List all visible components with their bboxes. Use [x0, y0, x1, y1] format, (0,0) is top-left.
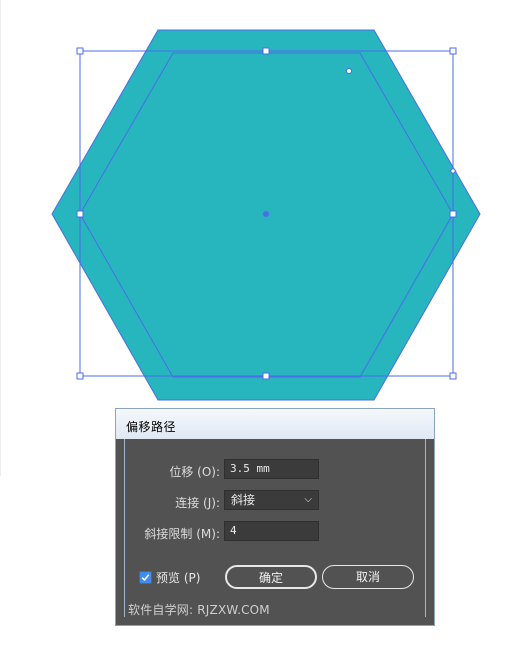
joins-select[interactable]: 斜接 ⌵: [224, 490, 319, 510]
chevron-down-icon: ⌵: [304, 494, 312, 505]
checkmark-icon: [141, 574, 150, 582]
preview-label: 预览 (P): [156, 571, 201, 585]
handle-top-left[interactable]: [76, 47, 84, 55]
offset-input[interactable]: 3.5 mm: [224, 459, 319, 479]
joins-selected-value: 斜接: [231, 493, 256, 507]
joins-label: 连接 (J):: [175, 496, 220, 510]
ok-button[interactable]: 确定: [225, 565, 317, 589]
cancel-button[interactable]: 取消: [322, 565, 414, 589]
handle-top-right[interactable]: [449, 47, 457, 55]
offset-label: 位移 (O):: [169, 465, 220, 479]
handle-bottom-right[interactable]: [449, 372, 457, 380]
center-point[interactable]: [263, 211, 269, 217]
miter-limit-label: 斜接限制 (M):: [144, 527, 220, 541]
handle-middle-left[interactable]: [76, 210, 84, 218]
preview-checkbox[interactable]: [139, 571, 152, 584]
watermark-text: 软件自学网: RJZXW.COM: [128, 603, 270, 617]
miter-limit-input[interactable]: 4: [224, 521, 319, 541]
dialog-title: 偏移路径: [126, 420, 177, 434]
handle-bottom-center[interactable]: [262, 372, 270, 380]
handle-middle-right[interactable]: [449, 210, 457, 218]
offset-path-dialog: 偏移路径: [115, 408, 435, 626]
artboard-canvas: [51, 29, 481, 401]
live-corner-widget[interactable]: [346, 68, 352, 74]
handle-top-center[interactable]: [262, 47, 270, 55]
handle-bottom-left[interactable]: [76, 372, 84, 380]
